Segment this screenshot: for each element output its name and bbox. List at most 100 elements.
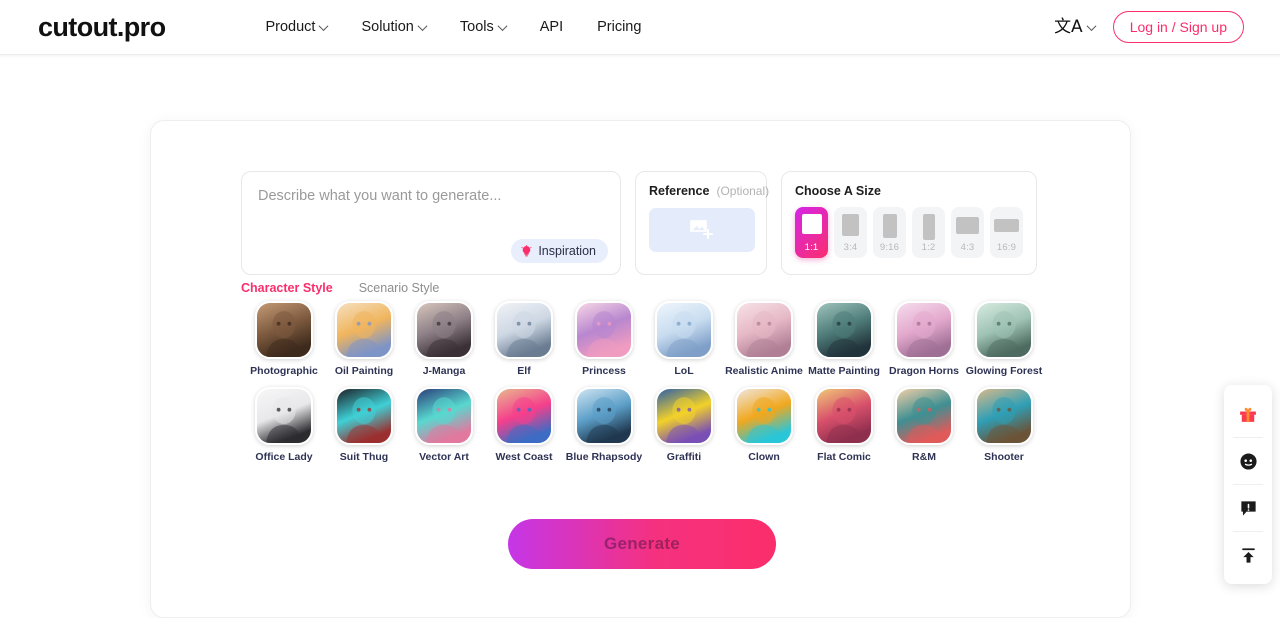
- tab-scenario-style[interactable]: Scenario Style: [359, 281, 440, 295]
- style-option-label: Photographic: [250, 365, 318, 377]
- nav-item-api[interactable]: API: [540, 19, 563, 35]
- size-option-label: 16:9: [996, 242, 1017, 253]
- back-to-top-button[interactable]: [1224, 532, 1272, 578]
- nav-item-pricing[interactable]: Pricing: [597, 19, 641, 35]
- size-option-1-1[interactable]: 1:1: [795, 207, 828, 258]
- style-option[interactable]: Flat Comic: [804, 387, 884, 463]
- image-plus-icon: [690, 220, 714, 240]
- size-option-9-16[interactable]: 9:16: [873, 207, 906, 258]
- style-option[interactable]: R&M: [884, 387, 964, 463]
- style-option-label: LoL: [674, 365, 694, 377]
- style-option[interactable]: Clown: [724, 387, 804, 463]
- size-option-16-9[interactable]: 16:9: [990, 207, 1023, 258]
- style-option[interactable]: J-Manga: [404, 301, 484, 377]
- nav-label: Product: [265, 19, 316, 35]
- style-option[interactable]: Suit Thug: [324, 387, 404, 463]
- style-option-label: Office Lady: [255, 451, 313, 463]
- style-option-label: R&M: [912, 451, 936, 463]
- style-option-label: Glowing Forest: [965, 365, 1043, 377]
- style-option-label: Princess: [582, 365, 626, 377]
- style-thumbnail: [335, 301, 393, 359]
- reference-upload-dropzone[interactable]: [649, 208, 755, 252]
- generate-button[interactable]: Generate: [508, 519, 776, 569]
- prompt-panel[interactable]: Describe what you want to generate... In…: [241, 171, 621, 275]
- reference-panel: Reference (Optional): [635, 171, 769, 275]
- style-option-label: Flat Comic: [817, 451, 871, 463]
- style-option-label: West Coast: [495, 451, 553, 463]
- size-shape: [801, 214, 822, 234]
- style-option[interactable]: Office Lady: [244, 387, 324, 463]
- style-option[interactable]: Realistic Anime: [724, 301, 804, 377]
- login-signup-button[interactable]: Log in / Sign up: [1112, 11, 1244, 43]
- tab-character-style[interactable]: Character Style: [241, 281, 333, 295]
- style-option[interactable]: Glowing Forest: [964, 301, 1044, 377]
- style-thumbnail: [335, 387, 393, 445]
- site-header: cutout.pro Product Solution Tools API Pr…: [0, 0, 1280, 55]
- size-option-3-4[interactable]: 3:4: [834, 207, 867, 258]
- nav-label: API: [539, 19, 564, 35]
- style-thumbnail: [735, 387, 793, 445]
- style-option[interactable]: Graffiti: [644, 387, 724, 463]
- reference-title: Reference: [649, 184, 710, 198]
- style-option-label: Dragon Horns: [888, 365, 959, 377]
- chevron-down-icon: [319, 20, 329, 31]
- style-thumbnail: [255, 387, 313, 445]
- style-option[interactable]: LoL: [644, 301, 724, 377]
- style-option[interactable]: Matte Painting: [804, 301, 884, 377]
- nav-label: Tools: [459, 19, 494, 35]
- style-option[interactable]: West Coast: [484, 387, 564, 463]
- style-option[interactable]: Dragon Horns: [884, 301, 964, 377]
- style-option[interactable]: Vector Art: [404, 387, 484, 463]
- style-option[interactable]: Photographic: [244, 301, 324, 377]
- size-option-label: 4:3: [960, 242, 975, 253]
- style-thumbnail: [655, 387, 713, 445]
- gift-button[interactable]: [1224, 391, 1272, 437]
- style-option[interactable]: Elf: [484, 301, 564, 377]
- style-option[interactable]: Blue Rhapsody: [564, 387, 644, 463]
- style-thumbnail: [975, 301, 1033, 359]
- feedback-icon: [1240, 500, 1256, 516]
- size-option-4-3[interactable]: 4:3: [951, 207, 984, 258]
- size-shape: [994, 219, 1019, 232]
- style-option-label: Clown: [748, 451, 780, 463]
- nav-item-product[interactable]: Product: [265, 19, 329, 35]
- style-option-label: Blue Rhapsody: [565, 451, 643, 463]
- floating-side-panel: [1224, 385, 1272, 584]
- style-option-label: J-Manga: [422, 365, 466, 377]
- prompt-input[interactable]: Describe what you want to generate...: [258, 188, 604, 204]
- style-thumbnail: [495, 301, 553, 359]
- style-option-label: Matte Painting: [808, 365, 880, 377]
- nav-label: Pricing: [597, 19, 642, 35]
- reference-optional-label: (Optional): [716, 184, 770, 198]
- account-button[interactable]: [1224, 438, 1272, 484]
- nav-item-tools[interactable]: Tools: [459, 19, 508, 35]
- size-option-1-2[interactable]: 1:2: [912, 207, 945, 258]
- site-logo[interactable]: cutout.pro: [38, 13, 166, 41]
- nav-label: Solution: [361, 19, 414, 35]
- style-row-1: Photographic Oil Painting J-Manga Elf Prince…: [244, 301, 1044, 377]
- style-option-label: Elf: [517, 365, 531, 377]
- nav-item-solution[interactable]: Solution: [361, 19, 428, 35]
- style-option[interactable]: Shooter: [964, 387, 1044, 463]
- style-row-2: Office Lady Suit Thug Vector Art West Coast…: [244, 387, 1044, 463]
- size-options: 1:1 3:4 9:16 1:2 4:3 16:9: [795, 207, 1023, 258]
- language-switcher[interactable]: 文A: [1054, 18, 1097, 36]
- style-option[interactable]: Oil Painting: [324, 301, 404, 377]
- chevron-down-icon: [1086, 20, 1097, 31]
- size-option-label: 3:4: [843, 242, 858, 253]
- size-shape: [922, 214, 935, 240]
- reference-header: Reference (Optional): [649, 184, 769, 198]
- top-panels: Describe what you want to generate... In…: [241, 171, 1037, 275]
- size-option-label: 9:16: [879, 242, 900, 253]
- lightbulb-icon: [521, 244, 532, 256]
- face-icon: [1239, 452, 1257, 470]
- back-to-top-icon: [1241, 547, 1255, 563]
- style-option[interactable]: Princess: [564, 301, 644, 377]
- main-nav: Product Solution Tools API Pricing: [265, 19, 641, 35]
- style-thumbnail: [415, 387, 473, 445]
- size-panel: Choose A Size 1:1 3:4 9:16 1:2 4:3 16:9: [781, 171, 1037, 275]
- size-shape: [882, 214, 897, 238]
- size-option-label: 1:1: [804, 242, 819, 253]
- inspiration-button[interactable]: Inspiration: [511, 239, 608, 263]
- feedback-button[interactable]: [1224, 485, 1272, 531]
